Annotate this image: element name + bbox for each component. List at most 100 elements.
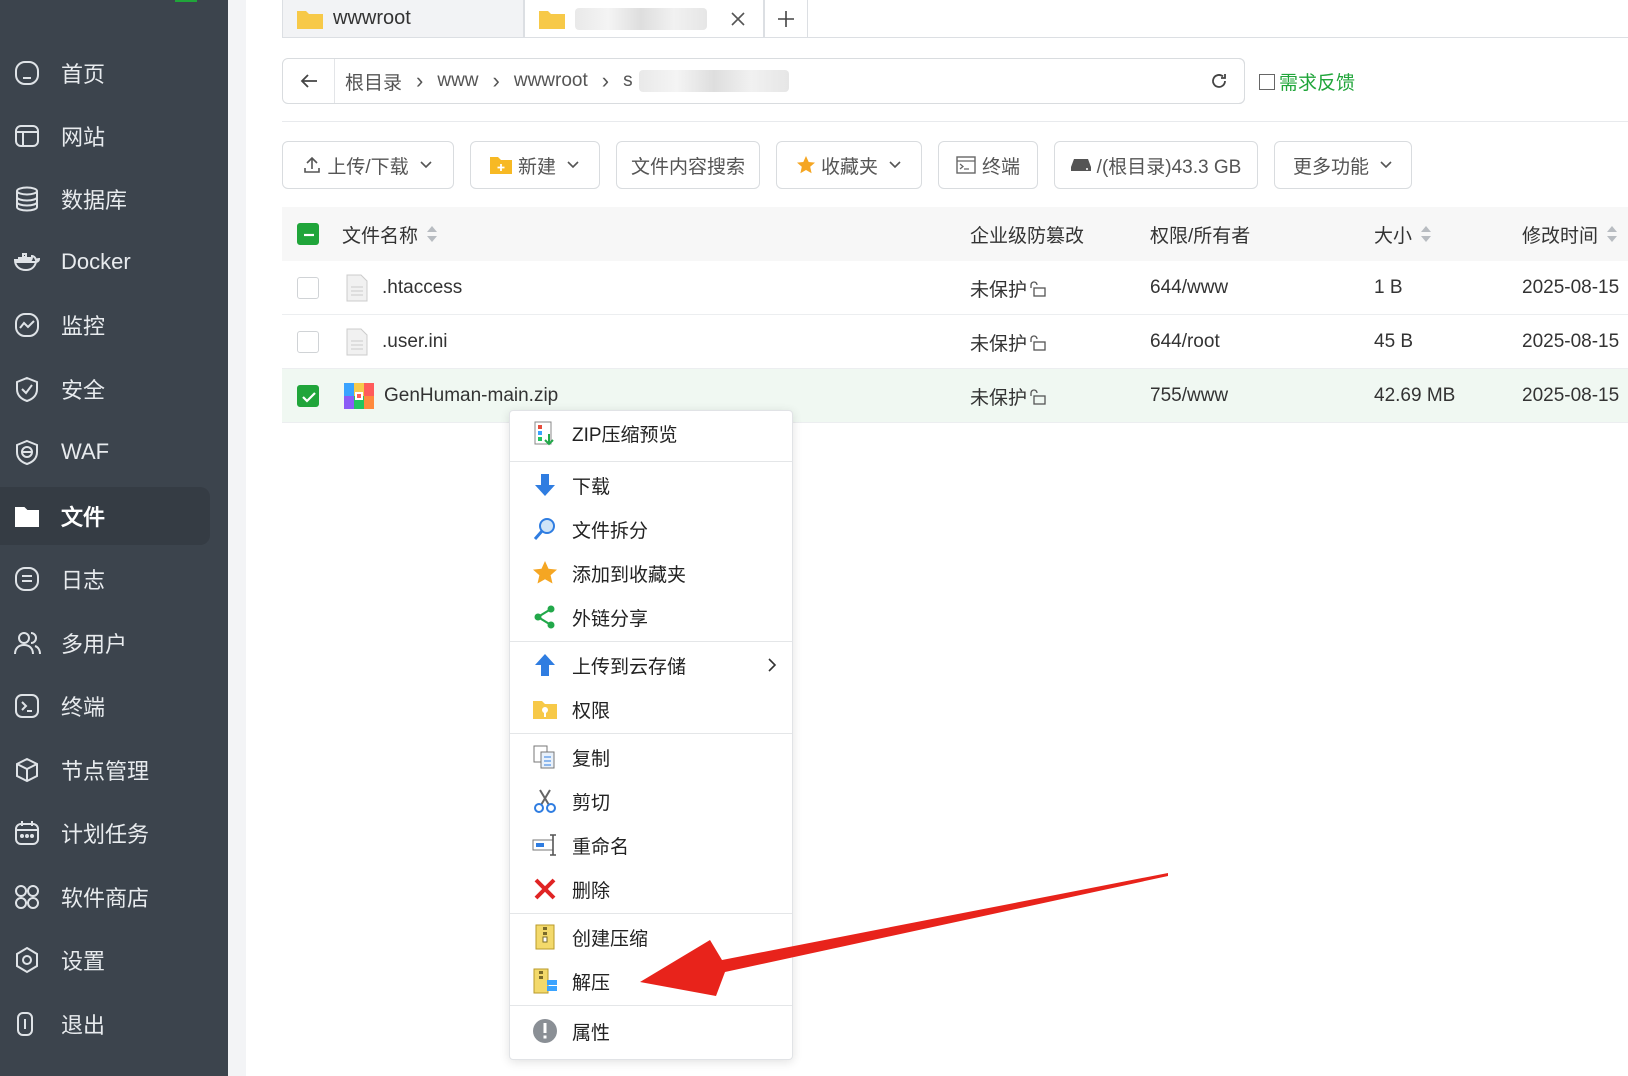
folder-icon <box>13 502 41 530</box>
add-tab-button[interactable] <box>764 0 808 38</box>
file-name: GenHuman-main.zip <box>384 385 559 406</box>
sidebar-item-database[interactable]: 数据库 <box>0 170 210 228</box>
menu-item-delete[interactable]: 删除 <box>510 867 792 911</box>
sidebar-item-store[interactable]: 软件商店 <box>0 868 210 926</box>
sidebar-item-users[interactable]: 多用户 <box>0 614 210 672</box>
zip-preview-icon <box>534 421 554 446</box>
menu-item-properties[interactable]: 属性 <box>510 1009 792 1053</box>
more-features-button[interactable]: 更多功能 <box>1274 141 1412 189</box>
select-all-checkbox[interactable] <box>297 223 319 245</box>
tab-label-redacted <box>575 8 707 30</box>
favorites-button[interactable]: 收藏夹 <box>776 141 922 189</box>
content-gutter <box>228 0 246 1076</box>
sidebar-item-cron[interactable]: 计划任务 <box>0 804 210 862</box>
row-checkbox[interactable] <box>297 331 319 353</box>
sidebar-item-logout[interactable]: 退出 <box>0 995 210 1053</box>
table-row-selected[interactable]: GenHuman-main.zip 未保护 755/www 42.69 MB 2… <box>282 369 1628 423</box>
shield-icon <box>13 375 41 403</box>
menu-item-cut[interactable]: 剪切 <box>510 779 792 823</box>
disk-button[interactable]: /(根目录)43.3 GB <box>1054 141 1258 189</box>
feedback-link[interactable]: 需求反馈 <box>1259 68 1355 95</box>
sidebar-item-website[interactable]: 网站 <box>0 107 210 165</box>
sidebar-item-home[interactable]: 首页 <box>0 44 210 102</box>
chevron-down-icon <box>420 161 432 169</box>
file-name-cell[interactable]: .htaccess <box>346 261 462 315</box>
calendar-icon <box>13 819 41 847</box>
menu-item-share[interactable]: 外链分享 <box>510 595 792 639</box>
header-label: 修改时间 <box>1522 225 1599 247</box>
menu-item-download[interactable]: 下载 <box>510 463 792 507</box>
menu-item-favorite[interactable]: 添加到收藏夹 <box>510 551 792 595</box>
folder-icon <box>539 11 565 29</box>
sidebar-item-security[interactable]: 安全 <box>0 360 210 418</box>
unlock-icon <box>1030 334 1046 351</box>
size-cell: 45 B <box>1374 315 1413 369</box>
protect-cell[interactable]: 未保护 <box>970 261 1046 315</box>
refresh-button[interactable] <box>1193 58 1245 104</box>
menu-item-compress[interactable]: 创建压缩 <box>510 915 792 959</box>
chevron-down-icon <box>567 161 579 169</box>
breadcrumb-root[interactable]: 根目录 <box>345 68 402 95</box>
sidebar-item-settings[interactable]: 设置 <box>0 931 210 989</box>
terminal-button[interactable]: 终端 <box>938 141 1038 189</box>
new-label: 新建 <box>517 156 556 178</box>
breadcrumb-www[interactable]: www <box>437 70 478 92</box>
menu-item-permission[interactable]: 权限 <box>510 687 792 731</box>
column-header-size[interactable]: 大小 <box>1374 207 1432 261</box>
sidebar-item-monitor[interactable]: 监控 <box>0 296 210 354</box>
back-button[interactable] <box>283 59 335 103</box>
protect-status: 未保护 <box>970 333 1028 355</box>
breadcrumb-wwwroot[interactable]: wwwroot <box>514 70 588 92</box>
sidebar-item-terminal[interactable]: 终端 <box>0 677 210 735</box>
sidebar-item-waf[interactable]: WAF <box>0 423 210 481</box>
table-row[interactable]: .htaccess 未保护 644/www 1 B 2025-08-15 <box>282 261 1628 315</box>
disk-icon <box>1070 159 1091 171</box>
sidebar-item-label: 安全 <box>61 378 106 403</box>
table-row[interactable]: .user.ini 未保护 644/root 45 B 2025-08-15 <box>282 315 1628 369</box>
column-header-name[interactable]: 文件名称 <box>342 207 438 261</box>
menu-item-extract[interactable]: 解压 <box>510 959 792 1003</box>
tab-active[interactable] <box>524 0 764 38</box>
new-button[interactable]: 新建 <box>470 141 600 189</box>
upload-download-button[interactable]: 上传/下载 <box>282 141 454 189</box>
menu-item-cloud-upload[interactable]: 上传到云存储 <box>510 643 792 687</box>
content-search-button[interactable]: 文件内容搜索 <box>616 141 760 189</box>
terminal-label: 终端 <box>981 156 1020 178</box>
protect-cell[interactable]: 未保护 <box>970 369 1046 423</box>
menu-separator <box>510 913 792 914</box>
protect-cell[interactable]: 未保护 <box>970 315 1046 369</box>
tab-label: wwwroot <box>333 7 411 29</box>
sidebar-item-docker[interactable]: Docker <box>0 233 210 291</box>
sidebar-item-files[interactable]: 文件 <box>0 487 210 545</box>
sidebar-item-label: 文件 <box>61 505 106 530</box>
row-checkbox[interactable] <box>297 385 319 407</box>
file-icon <box>346 274 368 302</box>
menu-item-zip-preview[interactable]: ZIP压缩预览 <box>510 411 792 455</box>
menu-item-label: 外链分享 <box>572 608 649 630</box>
size-cell: 42.69 MB <box>1374 369 1455 423</box>
close-icon[interactable] <box>731 12 745 26</box>
menu-item-label: 删除 <box>572 880 611 902</box>
feedback-label: 需求反馈 <box>1279 73 1356 94</box>
perm-cell[interactable]: 644/root <box>1150 315 1220 369</box>
menu-item-split[interactable]: 文件拆分 <box>510 507 792 551</box>
sidebar-accent <box>175 0 197 2</box>
protect-status: 未保护 <box>970 387 1028 409</box>
section-divider <box>282 121 1628 122</box>
menu-item-rename[interactable]: 重命名 <box>510 823 792 867</box>
column-header-mtime[interactable]: 修改时间 <box>1522 207 1618 261</box>
perm-cell[interactable]: 644/www <box>1150 261 1228 315</box>
tab-wwwroot[interactable]: wwwroot <box>282 0 524 38</box>
log-icon <box>13 565 41 593</box>
sidebar-item-label: 首页 <box>61 62 106 87</box>
breadcrumb-current[interactable]: s <box>623 70 633 92</box>
logout-icon <box>13 1010 41 1038</box>
file-name-cell[interactable]: .user.ini <box>346 315 447 369</box>
chevron-right-icon <box>768 658 777 672</box>
sidebar-item-nodes[interactable]: 节点管理 <box>0 741 210 799</box>
row-checkbox[interactable] <box>297 277 319 299</box>
sidebar-item-logs[interactable]: 日志 <box>0 550 210 608</box>
menu-separator <box>510 461 792 462</box>
menu-item-copy[interactable]: 复制 <box>510 735 792 779</box>
perm-cell[interactable]: 755/www <box>1150 369 1228 423</box>
